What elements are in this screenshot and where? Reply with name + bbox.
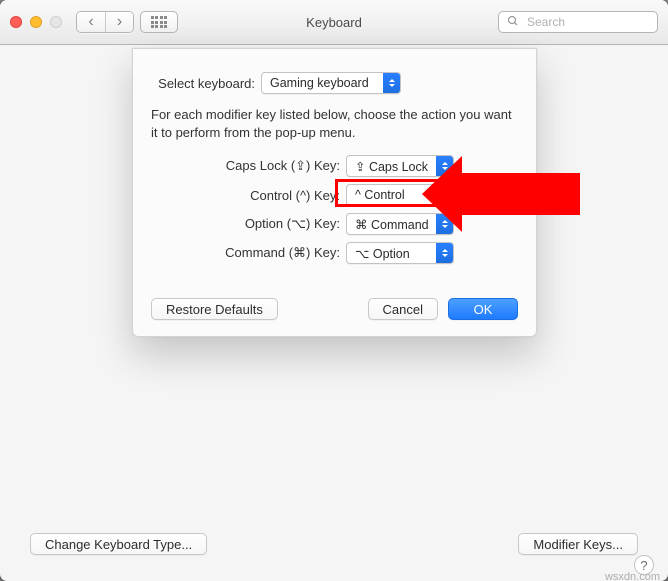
control-dropdown[interactable]: ^ Control xyxy=(346,184,454,206)
toolbar: ‹ › Keyboard xyxy=(0,0,668,45)
window-body: Select keyboard: Gaming keyboard For eac… xyxy=(0,45,668,581)
modifier-keys-sheet: Select keyboard: Gaming keyboard For eac… xyxy=(132,48,537,337)
bottom-bar: Change Keyboard Type... Modifier Keys... xyxy=(30,533,638,555)
command-dropdown[interactable]: ⌥ Option xyxy=(346,242,454,264)
option-dropdown[interactable]: ⌘ Command xyxy=(346,213,454,235)
forward-button[interactable]: › xyxy=(105,12,133,32)
restore-defaults-button[interactable]: Restore Defaults xyxy=(151,298,278,320)
caps-lock-dropdown[interactable]: ⇪ Caps Lock xyxy=(346,155,454,177)
control-value: ^ Control xyxy=(355,188,405,202)
command-label: Command (⌘) Key: xyxy=(151,245,346,261)
sheet-button-row: Restore Defaults Cancel OK xyxy=(151,298,518,320)
ok-button[interactable]: OK xyxy=(448,298,518,320)
search-icon xyxy=(507,15,519,30)
watermark: wsxdn.com xyxy=(605,571,660,581)
search-input[interactable] xyxy=(525,14,668,30)
search-field[interactable] xyxy=(498,11,658,33)
back-button[interactable]: ‹ xyxy=(77,12,105,32)
minimize-icon[interactable] xyxy=(30,16,42,28)
change-keyboard-type-button[interactable]: Change Keyboard Type... xyxy=(30,533,207,555)
close-icon[interactable] xyxy=(10,16,22,28)
select-keyboard-label: Select keyboard: xyxy=(151,76,261,91)
sheet-description: For each modifier key listed below, choo… xyxy=(151,106,518,141)
modifier-keys-button[interactable]: Modifier Keys... xyxy=(518,533,638,555)
control-label: Control (^) Key: xyxy=(151,188,346,203)
caps-lock-value: ⇪ Caps Lock xyxy=(355,159,428,174)
grid-icon xyxy=(151,16,168,28)
preferences-window: ‹ › Keyboard Select keyboard: Gaming key… xyxy=(0,0,668,581)
selected-keyboard-value: Gaming keyboard xyxy=(270,76,369,90)
command-value: ⌥ Option xyxy=(355,246,410,261)
cancel-button[interactable]: Cancel xyxy=(368,298,438,320)
window-controls xyxy=(10,16,62,28)
zoom-icon xyxy=(50,16,62,28)
option-label: Option (⌥) Key: xyxy=(151,216,346,232)
chevron-updown-icon xyxy=(436,156,453,176)
chevron-updown-icon xyxy=(383,73,400,93)
show-all-button[interactable] xyxy=(140,11,178,33)
nav-history: ‹ › xyxy=(76,11,134,33)
option-value: ⌘ Command xyxy=(355,217,429,232)
chevron-updown-icon xyxy=(436,243,453,263)
select-keyboard-dropdown[interactable]: Gaming keyboard xyxy=(261,72,401,94)
caps-lock-label: Caps Lock (⇪) Key: xyxy=(151,158,346,174)
chevron-updown-icon xyxy=(436,185,453,205)
chevron-updown-icon xyxy=(436,214,453,234)
